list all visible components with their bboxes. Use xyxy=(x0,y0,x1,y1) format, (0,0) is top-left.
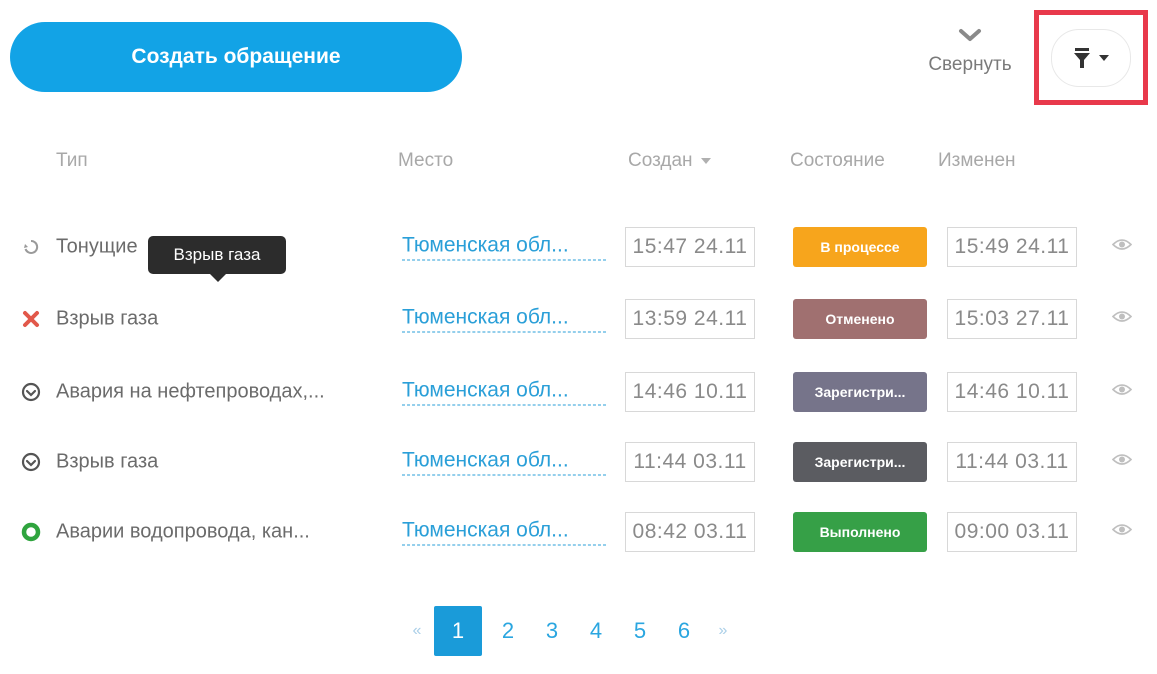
eye-icon[interactable] xyxy=(1111,453,1133,472)
eye-icon[interactable] xyxy=(1111,523,1133,542)
status-badge: Отменено xyxy=(793,299,927,339)
check-circle-icon xyxy=(20,381,42,403)
pagination-page-3[interactable]: 3 xyxy=(530,606,574,656)
collapse-label: Свернуть xyxy=(928,54,1012,75)
column-header-place: Место xyxy=(398,150,454,171)
column-header-type: Тип xyxy=(56,150,88,171)
pagination-page-1[interactable]: 1 xyxy=(434,606,482,656)
pagination-page-4[interactable]: 4 xyxy=(574,606,618,656)
collapse-button[interactable]: Свернуть xyxy=(910,22,1030,94)
row-place-link[interactable]: Тюменская обл... xyxy=(402,379,606,406)
row-changed: 09:00 03.11 xyxy=(947,512,1077,552)
eye-icon[interactable] xyxy=(1111,238,1133,257)
green-ring-icon xyxy=(20,521,42,543)
row-created: 08:42 03.11 xyxy=(625,512,755,552)
pagination-page-5[interactable]: 5 xyxy=(618,606,662,656)
row-place-link[interactable]: Тюменская обл... xyxy=(402,234,606,261)
row-created: 14:46 10.11 xyxy=(625,372,755,412)
create-request-button[interactable]: Создать обращение xyxy=(10,22,462,92)
table-row[interactable]: Взрыв газа Тюменская обл... 13:59 24.11 … xyxy=(0,289,1157,349)
pagination: « 1 2 3 4 5 6 » xyxy=(400,606,740,656)
column-header-changed: Изменен xyxy=(938,150,1016,171)
pagination-prev[interactable]: « xyxy=(400,606,434,656)
row-changed: 15:03 27.11 xyxy=(947,299,1077,339)
tooltip: Взрыв газа xyxy=(148,236,286,282)
pagination-page-6[interactable]: 6 xyxy=(662,606,706,656)
spinner-icon xyxy=(20,236,42,258)
cross-icon xyxy=(20,308,42,330)
chevron-down-icon xyxy=(959,29,981,41)
filter-button[interactable] xyxy=(1051,28,1131,87)
row-changed: 15:49 24.11 xyxy=(947,227,1077,267)
eye-icon[interactable] xyxy=(1111,310,1133,329)
check-circle-icon xyxy=(20,451,42,473)
row-type: Взрыв газа xyxy=(56,307,159,330)
table-row[interactable]: Аварии водопровода, кан... Тюменская обл… xyxy=(0,502,1157,562)
table-row[interactable]: Взрыв газа Тюменская обл... 11:44 03.11 … xyxy=(0,432,1157,492)
table-row[interactable]: Авария на нефтепроводах,... Тюменская об… xyxy=(0,362,1157,422)
row-place-link[interactable]: Тюменская обл... xyxy=(402,519,606,546)
row-type: Аварии водопровода, кан... xyxy=(56,520,310,543)
row-type: Взрыв газа xyxy=(56,450,159,473)
row-place-link[interactable]: Тюменская обл... xyxy=(402,449,606,476)
column-header-created-label: Создан xyxy=(628,150,693,171)
row-created: 13:59 24.11 xyxy=(625,299,755,339)
status-badge: Зарегистри... xyxy=(793,372,927,412)
row-type: Авария на нефтепроводах,... xyxy=(56,380,325,403)
column-header-state: Состояние xyxy=(790,150,885,171)
pagination-next[interactable]: » xyxy=(706,606,740,656)
row-created: 11:44 03.11 xyxy=(625,442,755,482)
status-badge: Выполнено xyxy=(793,512,927,552)
filter-icon xyxy=(1074,47,1090,68)
row-created: 15:47 24.11 xyxy=(625,227,755,267)
row-changed: 11:44 03.11 xyxy=(947,442,1077,482)
status-badge: Зарегистри... xyxy=(793,442,927,482)
eye-icon[interactable] xyxy=(1111,383,1133,402)
status-badge: В процессе xyxy=(793,227,927,267)
caret-down-icon xyxy=(1099,54,1109,61)
pagination-page-2[interactable]: 2 xyxy=(486,606,530,656)
sort-caret-icon xyxy=(700,158,711,164)
column-header-created[interactable]: Создан xyxy=(628,150,711,172)
row-changed: 14:46 10.11 xyxy=(947,372,1077,412)
filter-highlight xyxy=(1034,10,1148,105)
page: Создать обращение Свернуть Тип Место Соз… xyxy=(0,0,1157,674)
row-place-link[interactable]: Тюменская обл... xyxy=(402,306,606,333)
